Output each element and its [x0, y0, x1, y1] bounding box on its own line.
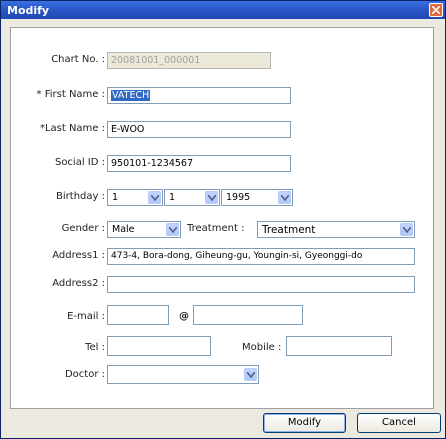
tel-field[interactable]: [107, 336, 211, 356]
email-domain-field[interactable]: [193, 305, 303, 325]
tel-label: Tel :: [85, 342, 105, 353]
treatment-label: Treatment :: [187, 223, 245, 234]
chevron-down-icon[interactable]: [400, 223, 413, 236]
address1-field[interactable]: 473-4, Bora-dong, Giheung-gu, Youngin-si…: [107, 248, 415, 265]
chevron-down-icon[interactable]: [205, 191, 218, 204]
address2-label: Address2 :: [52, 278, 105, 289]
birthday-day-value: 1: [169, 192, 176, 203]
chevron-down-icon[interactable]: [278, 191, 291, 204]
first-name-label: * First Name :: [36, 89, 105, 100]
address1-label: Address1 :: [52, 250, 105, 261]
chart-no-label: Chart No. :: [51, 54, 105, 65]
cancel-button[interactable]: Cancel: [357, 413, 441, 433]
social-id-label: Social ID :: [54, 157, 105, 168]
treatment-value: Treatment: [262, 224, 316, 236]
email-label: E-mail :: [67, 311, 105, 322]
chevron-down-icon[interactable]: [148, 191, 161, 204]
chevron-down-icon[interactable]: [166, 223, 179, 236]
social-id-field[interactable]: 950101-1234567: [107, 155, 291, 172]
email-user-field[interactable]: [107, 305, 169, 325]
first-name-field[interactable]: VATECH: [107, 87, 291, 104]
birthday-year-select[interactable]: 1995: [221, 189, 293, 206]
close-icon: [432, 6, 440, 14]
doctor-label: Doctor :: [64, 369, 105, 380]
modify-button[interactable]: Modify: [263, 413, 346, 433]
first-name-value: VATECH: [111, 90, 151, 101]
mobile-field[interactable]: [286, 336, 392, 356]
birthday-year-value: 1995: [226, 192, 251, 203]
last-name-field[interactable]: E-WOO: [107, 121, 291, 138]
birthday-label: Birthday :: [56, 191, 105, 202]
birthday-month-select[interactable]: 1: [107, 189, 163, 206]
gender-label: Gender :: [61, 223, 105, 234]
chevron-down-icon[interactable]: [244, 368, 257, 381]
form-panel: Chart No. : 20081001_000001 * First Name…: [10, 27, 434, 409]
birthday-day-select[interactable]: 1: [164, 189, 220, 206]
gender-select[interactable]: Male: [107, 221, 181, 238]
doctor-select[interactable]: [107, 365, 259, 384]
title-bar[interactable]: Modify: [1, 1, 445, 19]
email-at-sign: @: [179, 311, 189, 322]
window-title: Modify: [7, 4, 50, 17]
chart-no-field: 20081001_000001: [107, 52, 271, 69]
mobile-label: Mobile :: [242, 342, 282, 353]
last-name-label: *Last Name :: [39, 123, 105, 134]
modify-dialog: Modify Chart No. : 20081001_000001 * Fir…: [0, 0, 446, 439]
close-button[interactable]: [429, 3, 443, 17]
address2-field[interactable]: [107, 276, 415, 293]
birthday-month-value: 1: [112, 192, 119, 203]
treatment-select[interactable]: Treatment: [257, 221, 415, 238]
gender-value: Male: [112, 224, 135, 235]
